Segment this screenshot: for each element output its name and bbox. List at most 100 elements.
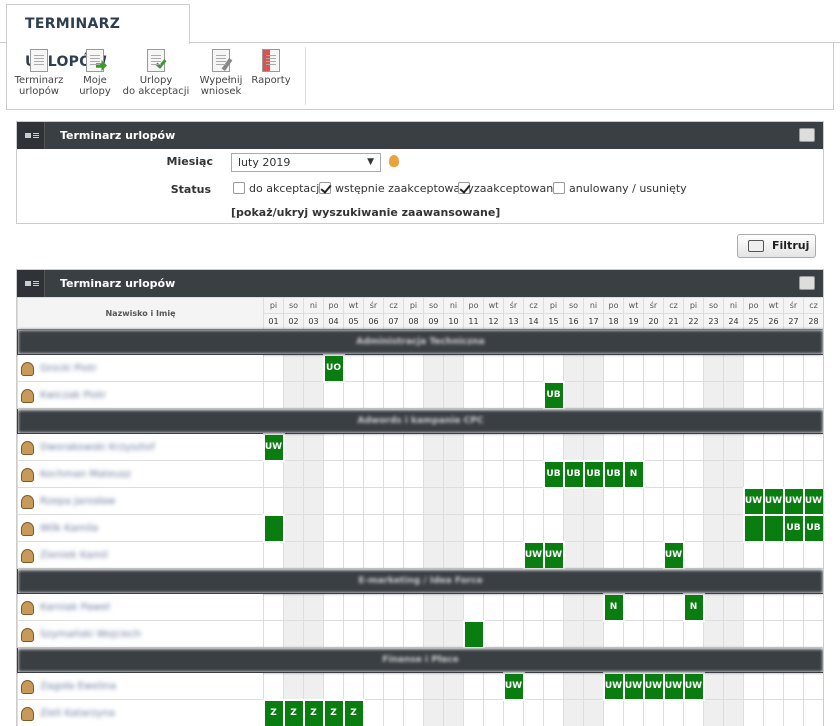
leave-cell[interactable]: UB [562,459,585,489]
day-cell [343,672,364,700]
leave-cell[interactable]: UW [622,671,645,701]
calendar-picker-icon[interactable] [389,155,399,167]
toolbar-reports-button[interactable]: Raporty [249,49,293,86]
day-cell [323,620,344,648]
leave-cell[interactable]: UW [662,540,685,570]
day-cell [483,699,504,726]
day-cell [743,672,764,700]
leave-cell[interactable]: UW [782,486,805,516]
leave-cell[interactable]: N [602,592,625,622]
day-cell [303,593,324,621]
month-select[interactable]: luty 2019 ▼ [231,153,381,172]
leave-cell[interactable]: UB [542,380,565,410]
day-cell [583,514,604,542]
day-cell [563,514,584,542]
leave-cell[interactable]: UW [802,486,823,516]
employee-row: Zieli Katarzyna Z Z Z Z Z [17,698,823,726]
panel-menu-icon[interactable] [17,270,45,297]
toolbar-fill-request-button[interactable]: Wypełnij wniosek [195,49,247,97]
panel-menu-icon[interactable] [17,122,45,149]
leave-cell[interactable] [742,513,765,543]
leave-cell[interactable]: Z [302,698,325,726]
toolbar-my-leave-button[interactable]: Moje urlopy [73,49,117,97]
status-checkbox-pending[interactable]: do akceptacji [233,182,322,195]
leave-cell[interactable]: UB [602,459,625,489]
print-icon[interactable] [799,276,815,290]
employee-name-link[interactable]: Rzepa Jarosław [40,496,115,507]
day-cell [383,433,404,461]
toolbar-leave-calendar-button[interactable]: Terminarz urlopów [13,49,65,97]
leave-cell[interactable]: UW [602,671,625,701]
checkbox-icon[interactable] [233,182,245,194]
leave-cell[interactable]: UW [522,540,545,570]
leave-cell[interactable]: Z [342,698,365,726]
day-cell [583,354,604,382]
day-cell [383,381,404,409]
user-avatar-icon [21,628,34,642]
day-cell [503,433,524,461]
leave-cell[interactable] [762,513,785,543]
calendar-list-icon [30,49,48,72]
day-cell [763,433,784,461]
toolbar-pending-approval-button[interactable]: Urlopy do akceptacji [121,49,191,97]
employee-cell: Gnicki Piotr [17,354,264,382]
leave-cell[interactable]: UW [682,671,705,701]
employee-name-link[interactable]: Kochman Mateusz [40,469,131,480]
leave-cell[interactable]: UW [662,671,685,701]
checkbox-icon[interactable] [553,182,565,194]
group-row: Administracja Techniczna [17,329,823,355]
employee-name-link[interactable]: Dworakowski Krzysztof [40,442,155,453]
leave-cell[interactable]: N [622,459,645,489]
day-of-week-header: wt [483,297,504,314]
tab-leave-calendar[interactable]: TERMINARZ URLOPÓW [6,4,190,70]
day-cell [383,699,404,726]
leave-cell[interactable]: UB [542,459,565,489]
employee-name-link[interactable]: Karniak Paweł [40,602,110,613]
day-of-week-header: cz [803,297,823,314]
leave-cell[interactable]: UW [542,540,565,570]
employee-name-link[interactable]: Wilk Kamila [40,523,98,534]
status-checkbox-cancelled[interactable]: anulowany / usunięty [553,182,687,195]
checkbox-checked-icon[interactable] [319,182,331,194]
leave-cell[interactable] [462,619,485,649]
my-leave-icon [86,49,107,72]
day-cell [623,381,644,409]
employee-name-link[interactable]: Gnicki Piotr [40,363,97,374]
day-cell [623,433,644,461]
employee-cell: Wilk Kamila [17,514,264,542]
leave-cell[interactable]: UW [502,671,525,701]
filter-button[interactable]: Filtruj [737,234,816,258]
group-name: Finanse i Płace [17,647,823,673]
day-number-header: 01 [263,313,284,330]
day-cell [483,593,504,621]
employee-name-link[interactable]: Zagoła Ewelina [40,681,116,692]
leave-cell[interactable]: UW [742,486,765,516]
leave-cell[interactable]: UW [642,671,665,701]
day-cell [803,593,823,621]
day-of-week-header: śr [503,297,524,314]
leave-cell[interactable] [262,513,285,543]
leave-cell[interactable]: Z [282,698,305,726]
employee-name-link[interactable]: Zieli Katarzyna [40,708,115,719]
leave-cell[interactable]: UB [802,513,823,543]
leave-cell[interactable]: UB [582,459,605,489]
advanced-search-toggle-link[interactable]: [pokaż/ukryj wyszukiwanie zaawansowane] [231,206,500,219]
employee-name-link[interactable]: Kwiczak Piotr [40,390,106,401]
leave-cell[interactable]: UO [322,353,345,383]
employee-name-link[interactable]: Zieniek Kamil [40,550,108,561]
name-column-header[interactable]: Nazwisko i Imię [17,297,264,330]
day-cell [703,699,724,726]
user-avatar-icon [21,601,34,615]
leave-cell[interactable]: Z [322,698,345,726]
leave-cell[interactable]: Z [262,698,285,726]
panel-settings-icon[interactable] [799,128,815,142]
leave-cell[interactable]: UW [762,486,785,516]
status-checkbox-accepted[interactable]: zaakceptowany [458,182,560,195]
leave-cell[interactable]: UW [262,432,285,462]
leave-cell[interactable]: N [682,592,705,622]
employee-name-link[interactable]: Szymański Wojciech [40,629,141,640]
calendar-panel-header: Terminarz urlopów [17,270,823,297]
leave-cell[interactable]: UB [782,513,805,543]
status-checkbox-preliminary[interactable]: wstępnie zaakceptowany [319,182,474,195]
checkbox-checked-icon[interactable] [458,182,470,194]
